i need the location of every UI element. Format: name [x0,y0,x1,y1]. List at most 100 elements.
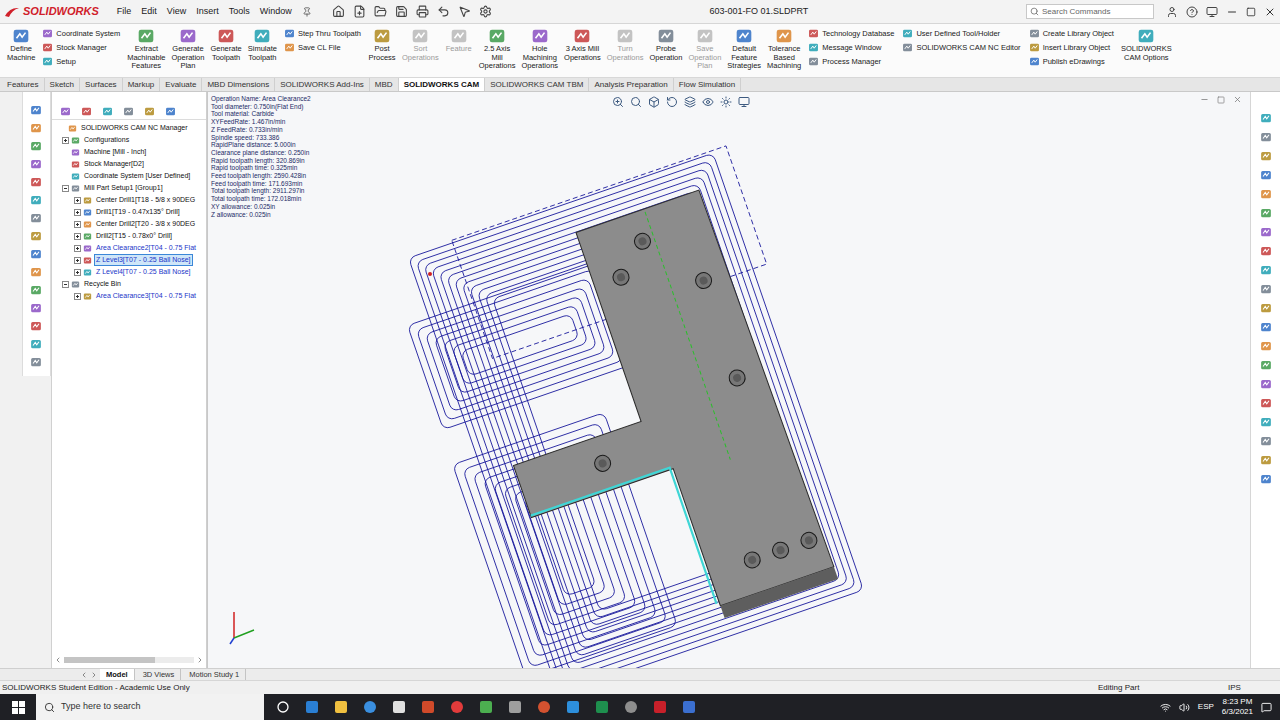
taskbar-search[interactable]: Type here to search [36,694,264,720]
ribbon-button[interactable]: Feature [442,27,476,54]
viewport-minimize-icon[interactable] [1200,95,1209,104]
ribbon-button[interactable]: SOLIDWORKSCAM Options [1118,27,1175,62]
view-tool-icon[interactable] [738,96,750,108]
app-icon[interactable] [537,700,551,714]
menu-item[interactable]: File [117,5,132,19]
ribbon-small-button[interactable]: Insert Library Object [1029,42,1114,53]
ribbon-small-button[interactable]: Process Manager [808,56,894,67]
app-icon[interactable] [305,700,319,714]
app-icon[interactable] [276,700,290,714]
ribbon-small-button[interactable]: Step Thru Toolpath [284,28,361,39]
tree-item[interactable]: Z Level4[T07 - 0.25 Ball Nose] [52,266,206,278]
ribbon-tab[interactable]: Evaluate [160,78,202,91]
ribbon-small-button[interactable]: Coordinate System [42,28,120,39]
tree-item[interactable]: Z Level3[T07 - 0.25 Ball Nose] [52,254,206,266]
app-icon[interactable] [624,700,638,714]
ribbon-small-button[interactable]: Setup [42,56,120,67]
toolbar-icon[interactable] [395,5,408,18]
hole[interactable] [742,550,762,570]
ribbon-button[interactable]: GenerateOperationPlan [169,27,208,71]
expand-icon[interactable] [74,221,81,228]
ribbon-tab[interactable]: Markup [123,78,161,91]
ribbon-tab[interactable]: SOLIDWORKS CAM [399,78,486,91]
expand-icon[interactable] [62,137,69,144]
user-icon[interactable] [1166,6,1178,18]
model-tab[interactable]: 3D Views [137,669,182,680]
expand-icon[interactable] [74,257,81,264]
app-icon[interactable] [421,700,435,714]
ribbon-button[interactable]: 2.5 AxisMillOperations [476,27,519,71]
hole[interactable] [693,270,713,290]
ribbon-button[interactable]: GenerateToolpath [207,27,244,62]
hole[interactable] [727,368,747,388]
menu-item[interactable]: Edit [141,5,157,19]
tree-item[interactable]: Area Clearance2[T04 - 0.75 Flat [52,242,206,254]
tree-item[interactable]: Configurations [52,134,206,146]
ribbon-small-button[interactable]: Technology Database [808,28,894,39]
hole[interactable] [592,453,612,473]
app-icon[interactable] [653,700,667,714]
notifications-icon[interactable] [1261,702,1272,713]
horizontal-scrollbar[interactable] [52,654,206,666]
ribbon-tab[interactable]: Flow Simulation [674,78,741,91]
clock[interactable]: 8:23 PM6/3/2021 [1222,697,1253,717]
ribbon-tab[interactable]: SOLIDWORKS CAM TBM [485,78,589,91]
expand-icon[interactable] [74,245,81,252]
toolbar-icon[interactable] [353,5,366,18]
pin-icon[interactable] [302,7,312,17]
tree-item[interactable]: Machine [Mill - Inch] [52,146,206,158]
tree-item[interactable]: Center Drill1[T18 - 5/8 x 90DEG [52,194,206,206]
model-tab[interactable]: Model [100,669,135,680]
model-tab[interactable]: Motion Study 1 [183,669,246,680]
ribbon-button[interactable]: PostProcess [365,27,399,62]
ribbon-button[interactable]: HoleMachiningOperations [518,27,561,71]
ribbon-button[interactable]: ExtractMachinableFeatures [124,27,168,71]
ribbon-tab[interactable]: MBD Dimensions [202,78,275,91]
expand-icon[interactable] [74,293,81,300]
tree-item[interactable]: Area Clearance3[T04 - 0.75 Flat [52,290,206,302]
ribbon-button[interactable]: TurnOperations [604,27,647,62]
tree-item[interactable]: Stock Manager[D2] [52,158,206,170]
ribbon-button[interactable]: DefaultFeatureStrategies [724,27,764,71]
maximize-icon[interactable] [1246,7,1256,17]
ribbon-button[interactable]: DefineMachine [4,27,38,62]
collapse-icon[interactable] [62,185,69,192]
ribbon-tab[interactable]: Surfaces [80,78,123,91]
ribbon-button[interactable]: ProbeOperation [646,27,685,62]
app-icon[interactable] [363,700,377,714]
view-tool-icon[interactable] [720,96,732,108]
ribbon-tab[interactable]: Sketch [45,78,80,91]
view-tool-icon[interactable] [612,96,624,108]
toolbar-icon[interactable] [374,5,387,18]
tree-item[interactable]: Drill1[T19 - 0.47x135° Drill] [52,206,206,218]
expand-icon[interactable] [74,197,81,204]
expand-icon[interactable] [74,233,81,240]
ribbon-button[interactable]: ToleranceBasedMachining [764,27,804,71]
ribbon-small-button[interactable]: Message Window [808,42,894,53]
app-icon[interactable] [595,700,609,714]
tab-scroll-left-icon[interactable] [80,671,88,679]
viewport-maximize-icon[interactable] [1217,96,1225,104]
start-button[interactable] [0,694,36,720]
ribbon-small-button[interactable]: Create Library Object [1029,28,1114,39]
ribbon-small-button[interactable]: Publish eDrawings [1029,56,1114,67]
hole[interactable] [770,540,790,560]
collapse-icon[interactable] [62,281,69,288]
menu-item[interactable]: Insert [196,5,219,19]
view-tool-icon[interactable] [684,96,696,108]
app-icon[interactable] [682,700,696,714]
tree-item[interactable]: Recycle Bin [52,278,206,290]
expand-icon[interactable] [74,209,81,216]
ribbon-small-button[interactable]: Stock Manager [42,42,120,53]
toolbar-icon[interactable] [437,5,450,18]
ribbon-tab[interactable]: MBD [370,78,399,91]
expand-icon[interactable] [74,269,81,276]
hole[interactable] [611,267,631,287]
menu-item[interactable]: Window [260,5,292,19]
tree-item[interactable]: Center Drill2[T20 - 3/8 x 90DEG [52,218,206,230]
view-tool-icon[interactable] [648,96,660,108]
search-box[interactable]: Search Commands [1026,4,1154,19]
ribbon-tab[interactable]: Features [2,78,45,91]
scroll-left-icon[interactable] [54,656,62,664]
ribbon-tab[interactable]: Analysis Preparation [589,78,673,91]
